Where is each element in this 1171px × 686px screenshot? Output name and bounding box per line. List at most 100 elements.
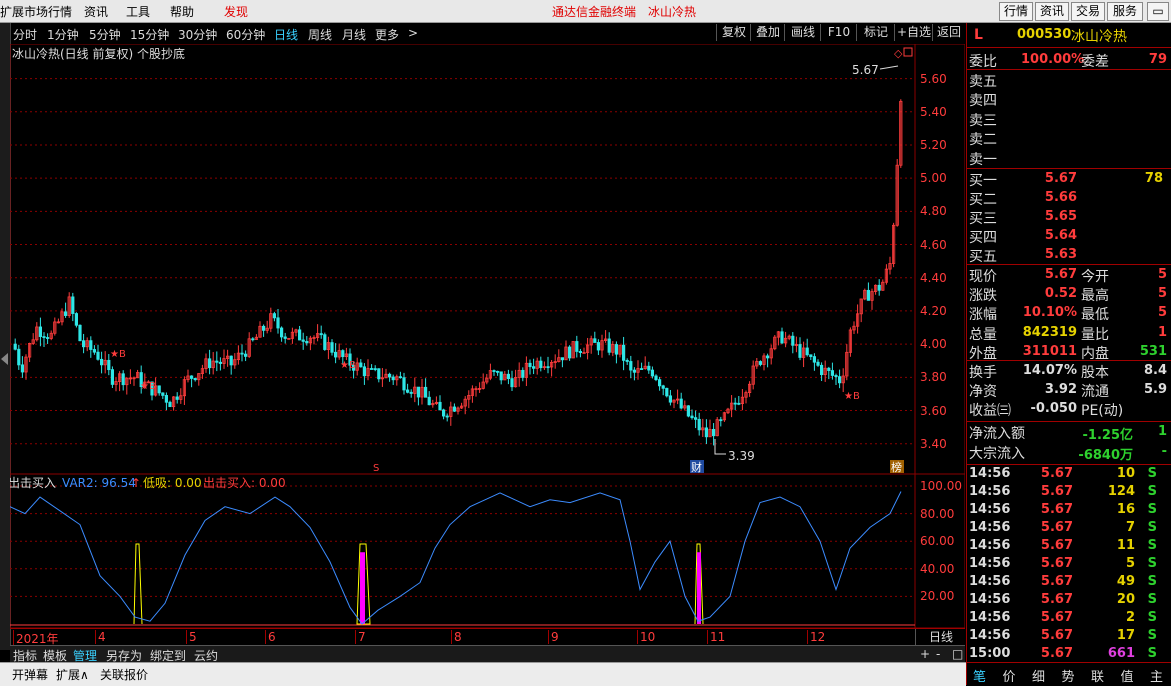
period-more[interactable]: 更多 (375, 26, 399, 43)
period-60min[interactable]: 60分钟 (226, 26, 265, 43)
detail-tab[interactable]: 值 (1121, 666, 1134, 685)
period-5min[interactable]: 5分钟 (89, 26, 121, 43)
tick-time: 14:56 (969, 520, 1011, 535)
adjust-button[interactable]: 复权 (716, 24, 751, 41)
back-button[interactable]: 返回 (932, 24, 965, 41)
window-controls[interactable]: ◇ (894, 47, 913, 60)
service-button[interactable]: 服务 (1107, 2, 1143, 21)
candle-body (64, 311, 68, 316)
menu-help[interactable]: 帮助 (170, 3, 194, 20)
candle-body (640, 368, 644, 370)
collapse-arrow-icon[interactable] (1, 353, 8, 365)
candle-body (405, 389, 410, 393)
tick-direction: S (1147, 574, 1157, 589)
related-quotes[interactable]: 关联报价 (100, 666, 148, 683)
zoom-in-button[interactable]: + (920, 647, 930, 661)
period-30min[interactable]: 30分钟 (178, 26, 217, 43)
candle-body (272, 313, 277, 319)
weibi-label: 委比 (969, 54, 997, 70)
menu-tools[interactable]: 工具 (126, 3, 150, 20)
stat-label: 换手 (969, 365, 997, 381)
reset-view-button[interactable]: □ (952, 647, 963, 661)
flow-value: -6840万 (1078, 447, 1133, 463)
indicator-chart[interactable]: 出击买入 VAR2: 96.54↑ 低吸: 0.00 出击买入: 0.00 (10, 474, 965, 628)
more-arrow-icon[interactable]: > (408, 26, 418, 40)
danmaku-toggle[interactable]: 开弹幕 (12, 666, 48, 683)
maximize-icon[interactable] (903, 47, 913, 57)
candle-body (780, 331, 784, 344)
candle-body (330, 342, 334, 353)
extend-toggle[interactable]: 扩展∧ (56, 666, 89, 683)
mark-button[interactable]: 标记 (856, 24, 895, 41)
top-menu-bar: 扩展市场行情 资讯 工具 帮助 发现 通达信金融终端 冰山冷热 行情 资讯 交易… (0, 0, 1171, 23)
candle-body (110, 369, 114, 385)
price-axis: 5.60 5.40 5.20 5.00 4.80 4.60 4.40 4.20 4.00 3.80… (920, 44, 966, 474)
detail-tab[interactable]: 价 (1003, 666, 1016, 685)
buy-level-label: 买二 (969, 192, 997, 208)
trade-button[interactable]: 交易 (1071, 2, 1105, 21)
buy-level-label: 买三 (969, 211, 997, 227)
tick-volume: 17 (1116, 628, 1135, 643)
stat-value: 5.67 (1044, 267, 1077, 282)
candle-body (737, 402, 741, 405)
candle-body (215, 360, 219, 363)
tick-direction: S (1147, 628, 1157, 643)
low-price-label: 3.39 (728, 449, 755, 463)
detail-tab[interactable]: 细 (1032, 666, 1045, 685)
detail-tab[interactable]: 主 (1150, 666, 1163, 685)
candle-body (625, 359, 629, 362)
marker-s: S (373, 463, 379, 474)
candle-body (816, 361, 820, 366)
price-tick: 5.20 (920, 137, 947, 152)
restore-window-icon[interactable]: ▭ (1147, 2, 1169, 21)
period-1min[interactable]: 1分钟 (47, 26, 79, 43)
diamond-icon[interactable]: ◇ (894, 47, 903, 60)
info-button[interactable]: 资讯 (1035, 2, 1069, 21)
buy-signal-marker: ★B (340, 360, 356, 371)
stock-name: 冰山冷热 (1071, 29, 1127, 45)
menu-news[interactable]: 资讯 (84, 3, 108, 20)
period-daily[interactable]: 日线 (274, 26, 298, 43)
candle-body (791, 335, 795, 346)
tick-volume: 2 (1125, 610, 1135, 625)
chart-toolbar: 分时 1分钟 5分钟 15分钟 30分钟 60分钟 日线 周线 月线 更多 > … (10, 23, 965, 43)
tick-volume: 7 (1125, 520, 1135, 535)
period-weekly[interactable]: 周线 (308, 26, 332, 43)
axis-period-label[interactable]: 日线 (915, 629, 966, 645)
f10-button[interactable]: F10 (820, 24, 857, 41)
overlay-button[interactable]: 叠加 (750, 24, 785, 41)
candlestick-chart[interactable]: 冰山冷热(日线 前复权) 个股抄底 ◇ 5.67 3.39 S 财 榜 ★B ★B ★B ★B (10, 44, 965, 474)
tick-time: 14:56 (969, 484, 1011, 499)
stat-label: 今开 (1081, 269, 1109, 285)
period-15min[interactable]: 15分钟 (130, 26, 169, 43)
candle-body (812, 356, 817, 363)
detail-tab[interactable]: 势 (1062, 666, 1075, 685)
candle-body (377, 368, 381, 380)
detail-tab[interactable]: 联 (1091, 666, 1104, 685)
indicator-tick: 60.00 (920, 534, 955, 549)
tick-direction: S (1147, 520, 1157, 535)
add-watchlist-button[interactable]: +自选 (894, 24, 933, 41)
period-monthly[interactable]: 月线 (342, 26, 366, 43)
candle-body (582, 352, 586, 354)
candle-body (697, 418, 701, 431)
price-tick: 5.40 (920, 104, 947, 119)
zoom-out-button[interactable]: - (936, 647, 940, 661)
candle-body (82, 340, 86, 348)
detail-tab[interactable]: 笔 (973, 666, 986, 685)
price-tick: 5.60 (920, 71, 947, 86)
menu-extended-market[interactable]: 扩展市场行情 (0, 3, 72, 20)
stock-code: 000530 (1017, 27, 1072, 42)
tick-price: 5.67 (1040, 628, 1073, 643)
price-tick: 3.60 (920, 403, 947, 418)
stat-value: 531 (1139, 343, 1167, 359)
candle-body (441, 409, 446, 417)
menu-discover[interactable]: 发现 (224, 3, 248, 20)
candle-body (528, 362, 532, 368)
draw-button[interactable]: 画线 (784, 24, 821, 41)
candle-body (758, 361, 763, 365)
period-timeshare[interactable]: 分时 (13, 26, 37, 43)
quote-button[interactable]: 行情 (999, 2, 1033, 21)
high-pointer (879, 65, 899, 70)
tick-price: 5.67 (1040, 520, 1073, 535)
